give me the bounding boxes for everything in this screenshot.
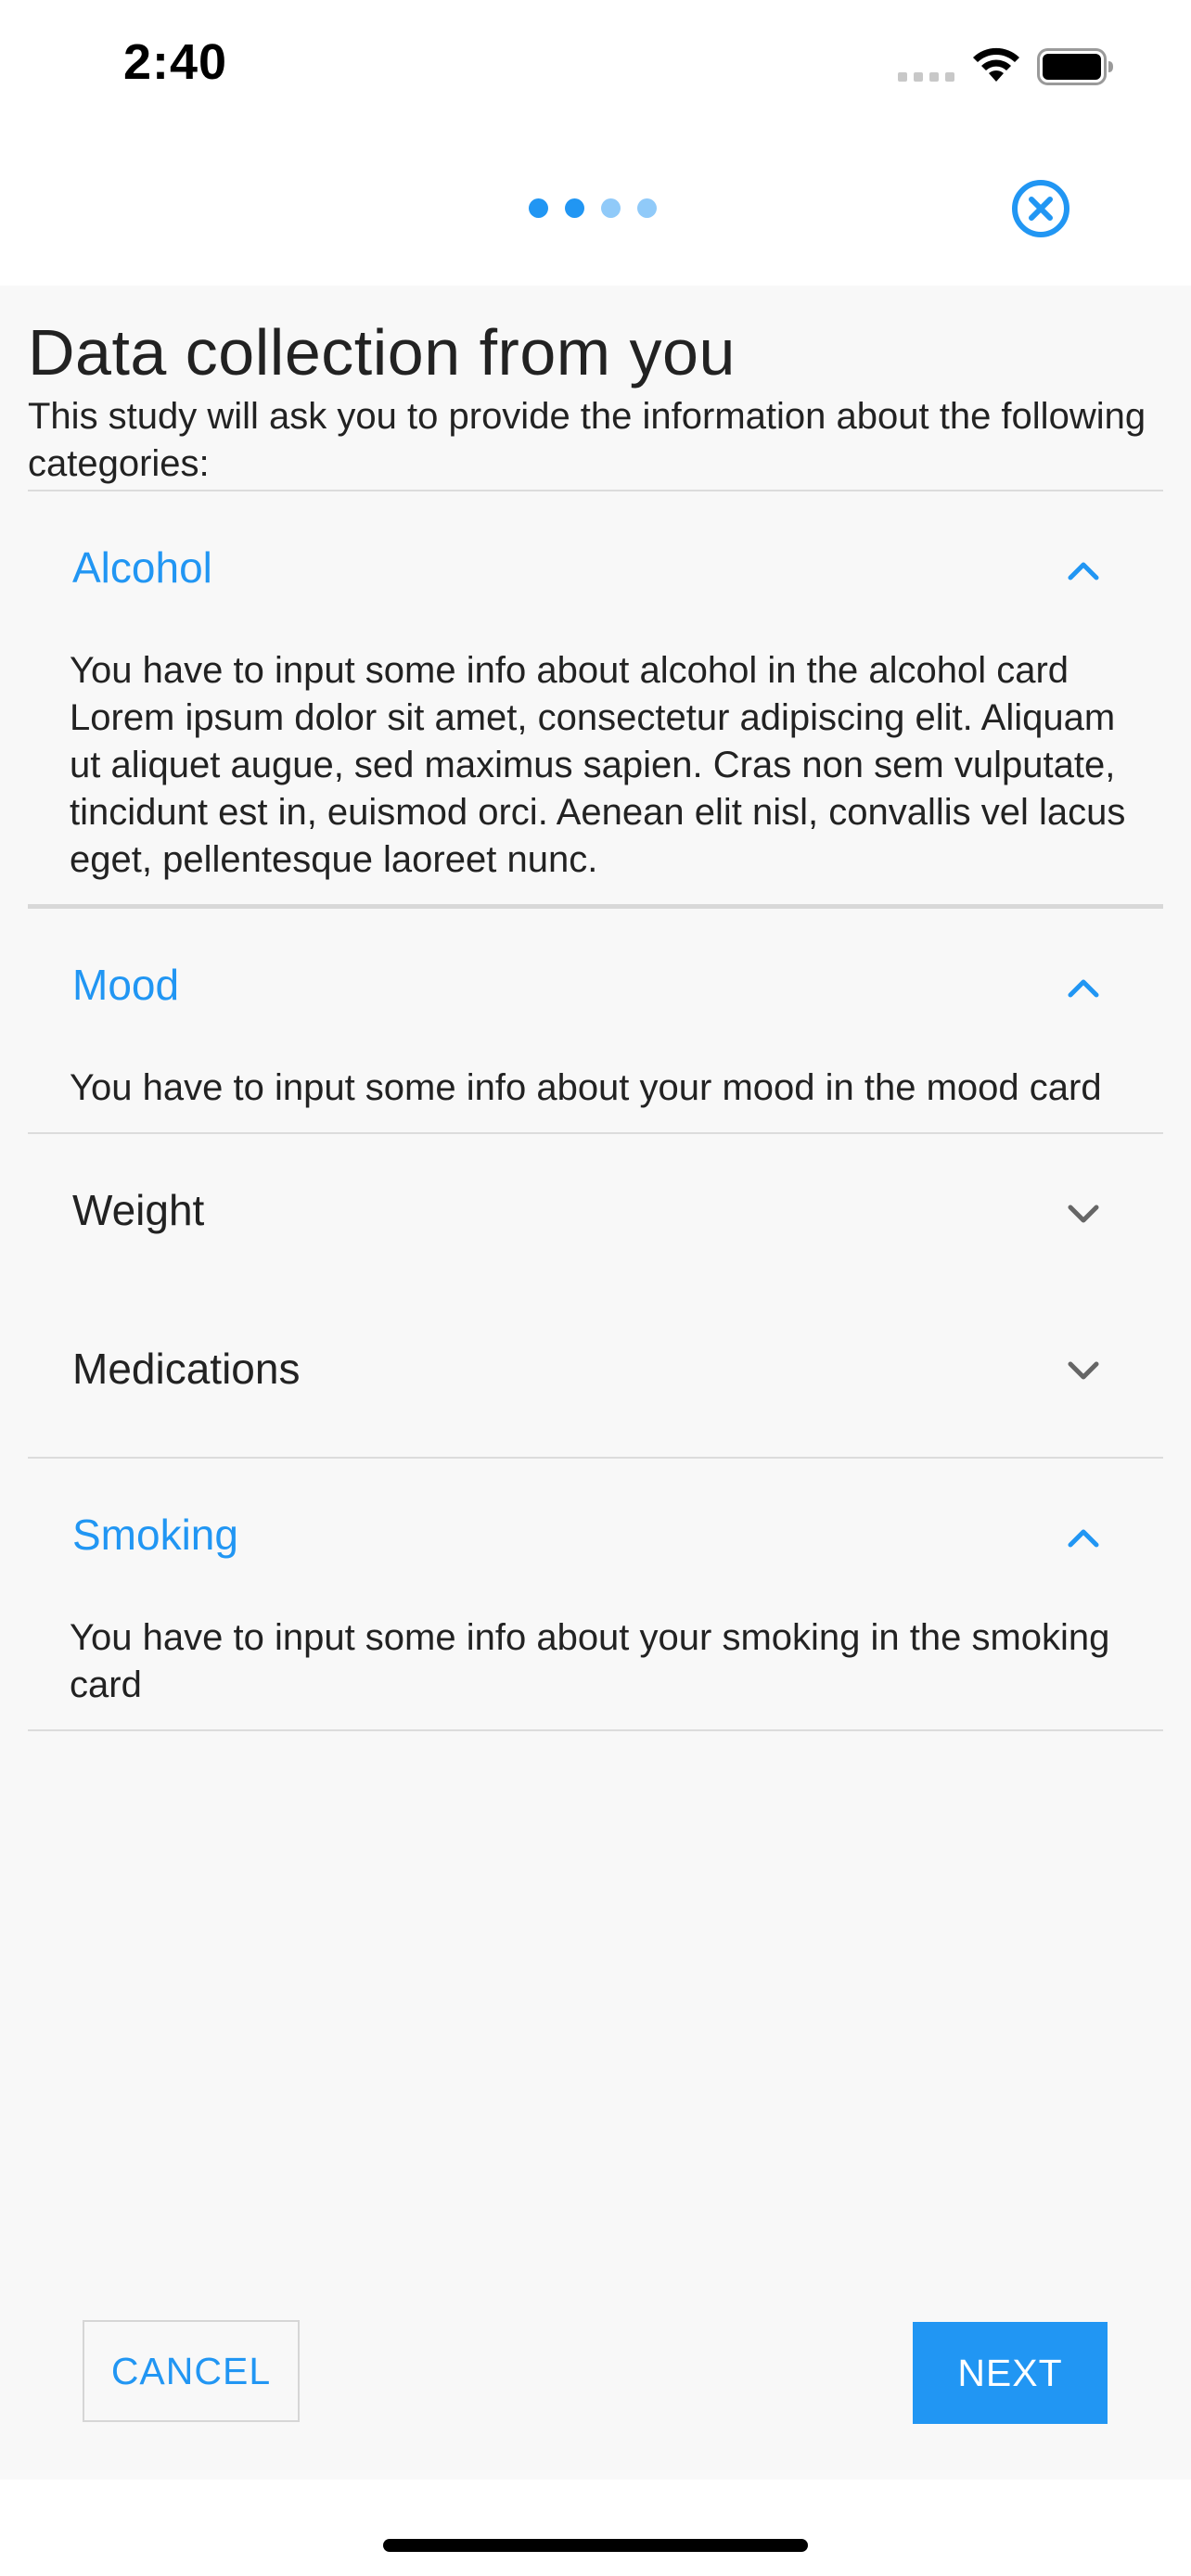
category-label: Alcohol [72, 543, 212, 592]
category-label: Smoking [72, 1511, 238, 1559]
category-list: Alcohol You have to input some info abou… [28, 490, 1163, 1731]
chevron-down-icon[interactable] [1065, 1196, 1102, 1230]
step-dot-current [565, 198, 584, 218]
chevron-up-icon[interactable] [1065, 971, 1102, 1004]
cellular-signal-icon [898, 72, 954, 82]
category-header-mood[interactable]: Mood [28, 909, 1163, 1065]
category-label: Medications [72, 1345, 301, 1393]
chevron-up-icon[interactable] [1065, 554, 1102, 587]
category-panel-smoking: Smoking You have to input some info abou… [28, 1459, 1163, 1729]
divider [28, 1729, 1163, 1731]
category-label: Mood [72, 961, 180, 1009]
step-indicator [529, 198, 657, 218]
page-intro: This study will ask you to provide the i… [28, 396, 1146, 484]
step-dot-completed [529, 198, 548, 218]
chevron-down-icon[interactable] [1065, 1353, 1102, 1386]
category-panel-medications: Medications [28, 1295, 1163, 1457]
wifi-icon [973, 47, 1019, 82]
home-indicator[interactable] [383, 2539, 808, 2552]
category-header-alcohol[interactable]: Alcohol [28, 491, 1163, 647]
category-header-weight[interactable]: Weight [28, 1134, 1163, 1295]
category-panel-alcohol: Alcohol You have to input some info abou… [28, 491, 1163, 904]
page-title: Data collection from you [28, 316, 736, 389]
battery-icon [1037, 48, 1113, 85]
top-navigation [0, 139, 1191, 286]
category-header-smoking[interactable]: Smoking [28, 1459, 1163, 1614]
home-indicator-area [0, 2480, 1191, 2576]
status-time: 2:40 [123, 34, 228, 90]
category-label: Weight [72, 1186, 205, 1234]
category-panel-weight: Weight [28, 1134, 1163, 1295]
category-description: You have to input some info about your s… [70, 1617, 1110, 1705]
category-description: You have to input some info about your m… [70, 1067, 1102, 1108]
chevron-up-icon[interactable] [1065, 1521, 1102, 1554]
consent-content: Data collection from you This study will… [0, 286, 1191, 2480]
close-icon[interactable] [1010, 178, 1071, 239]
cancel-button[interactable]: CANCEL [83, 2320, 300, 2422]
category-description: You have to input some info about alcoho… [70, 650, 1126, 880]
next-button[interactable]: NEXT [913, 2322, 1108, 2424]
category-panel-mood: Mood You have to input some info about y… [28, 909, 1163, 1132]
category-header-medications[interactable]: Medications [28, 1295, 1163, 1457]
step-dot-upcoming [637, 198, 657, 218]
status-bar: 2:40 [0, 0, 1191, 139]
step-dot-upcoming [601, 198, 621, 218]
